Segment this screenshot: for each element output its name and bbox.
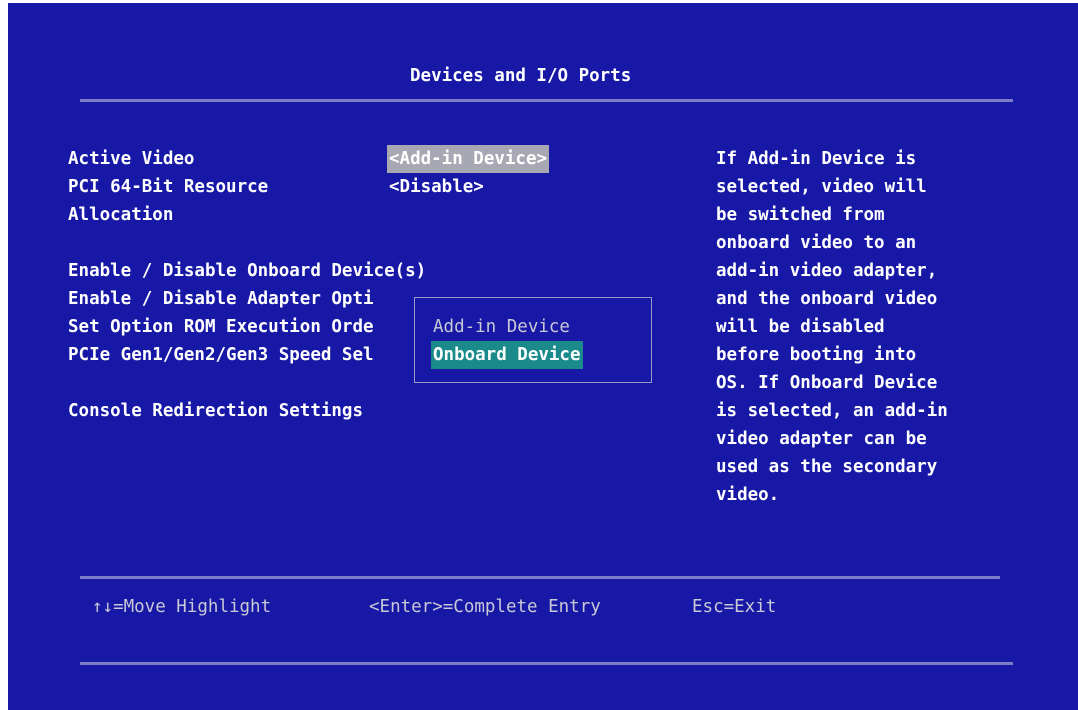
help-panel: If Add-in Device is selected, video will… (716, 145, 1046, 509)
footer-enter-hint: <Enter>=Complete Entry (369, 597, 601, 617)
menu-option-rom-order[interactable]: Set Option ROM Execution Orde (68, 313, 374, 341)
menu-onboard-devices[interactable]: Enable / Disable Onboard Device(s) (68, 257, 426, 285)
menu-pcie-speed[interactable]: PCIe Gen1/Gen2/Gen3 Speed Sel (68, 341, 374, 369)
help-line: If Add-in Device is (716, 149, 917, 169)
setting-pci-resource-value[interactable]: <Disable> (389, 173, 484, 201)
setting-active-video-label[interactable]: Active Video (68, 145, 194, 173)
help-line: used as the secondary (716, 457, 938, 477)
popup-option-onboard-device[interactable]: Onboard Device (431, 341, 583, 369)
help-line: will be disabled (716, 317, 885, 337)
popup-option-add-in-device[interactable]: Add-in Device (433, 313, 570, 341)
setting-pci-resource-label-cont: Allocation (68, 205, 174, 225)
active-video-popup: Add-in Device Onboard Device (414, 297, 652, 383)
help-line: add-in video adapter, (716, 261, 938, 281)
setting-active-video-value[interactable]: <Add-in Device> (387, 145, 550, 173)
bios-screen: Devices and I/O Ports Active Video <Add-… (8, 3, 1078, 710)
menu-adapter-option[interactable]: Enable / Disable Adapter Opti (68, 285, 374, 313)
footer-bottom-divider (80, 662, 1013, 665)
footer-esc-hint: Esc=Exit (692, 597, 777, 617)
help-line: is selected, an add-in (716, 401, 948, 421)
help-line: before booting into (716, 345, 917, 365)
help-line: OS. If Onboard Device (716, 373, 938, 393)
footer-move-hint: ↑↓=Move Highlight (92, 597, 272, 617)
page-title: Devices and I/O Ports (410, 66, 632, 86)
help-line: video. (716, 485, 780, 505)
help-line: selected, video will (716, 177, 927, 197)
help-line: and the onboard video (716, 289, 938, 309)
footer-top-divider (80, 576, 1000, 579)
header-divider (80, 99, 1013, 102)
menu-console-redirection[interactable]: Console Redirection Settings (68, 397, 363, 425)
help-line: video adapter can be (716, 429, 927, 449)
help-line: onboard video to an (716, 233, 917, 253)
help-line: be switched from (716, 205, 885, 225)
setting-pci-resource-label[interactable]: PCI 64-Bit Resource (68, 173, 268, 201)
